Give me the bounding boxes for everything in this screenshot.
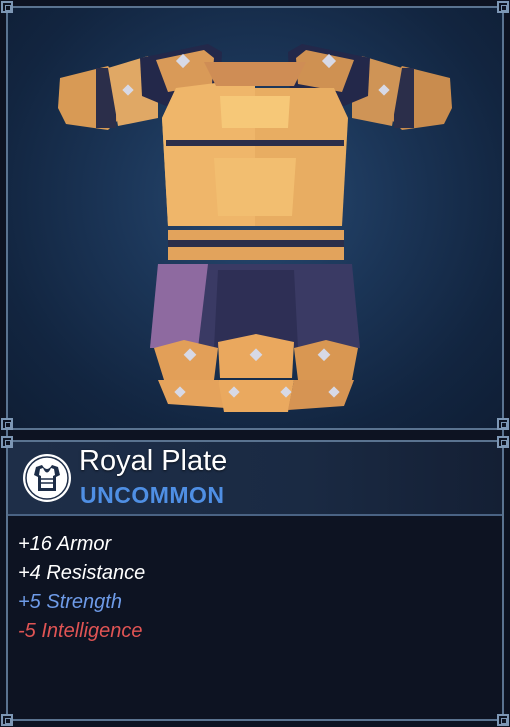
stat-list: +16 Armor +4 Resistance +5 Strength -5 I… xyxy=(18,530,145,646)
panel-divider xyxy=(8,428,502,442)
item-rarity: UNCOMMON xyxy=(80,482,225,508)
stat-intelligence: -5 Intelligence xyxy=(18,620,143,642)
frame-corner-ornament xyxy=(497,436,509,448)
frame-corner-ornament xyxy=(497,714,509,726)
royal-plate-armor-icon xyxy=(58,44,452,412)
frame-corner-ornament xyxy=(1,714,13,726)
frame-corner-ornament xyxy=(1,1,13,13)
item-artwork xyxy=(8,8,502,428)
item-name: Royal Plate xyxy=(79,445,228,477)
stat-resistance: +4 Resistance xyxy=(18,562,146,584)
item-header: Royal Plate UNCOMMON xyxy=(8,442,502,516)
stat-strength: +5 Strength xyxy=(18,591,122,613)
chest-armor-icon xyxy=(23,454,71,502)
frame-corner-ornament xyxy=(497,1,509,13)
stat-armor: +16 Armor xyxy=(18,533,112,555)
item-tooltip-card: Royal Plate UNCOMMON +16 Armor +4 Resist… xyxy=(0,0,510,727)
frame-corner-ornament xyxy=(1,418,13,430)
frame-corner-ornament xyxy=(497,418,509,430)
frame-corner-ornament xyxy=(1,436,13,448)
